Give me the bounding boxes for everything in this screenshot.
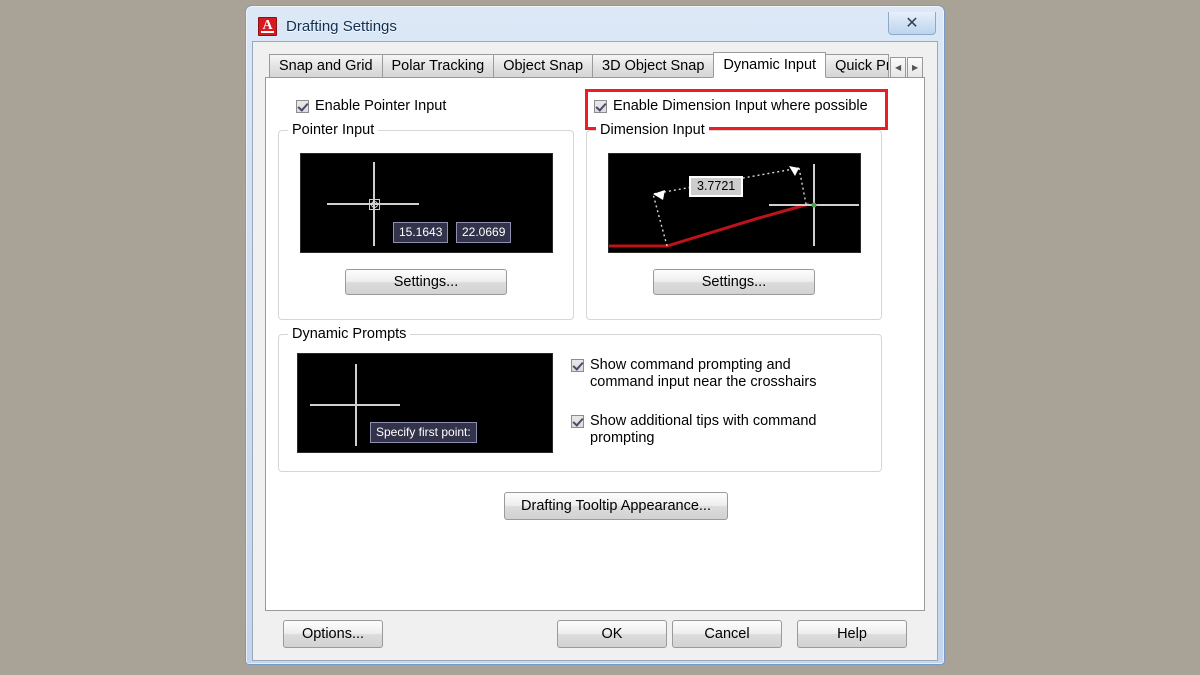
enable-pointer-input-checkbox[interactable]: Enable Pointer Input: [296, 98, 446, 115]
pointer-x-tooltip: 15.1643: [393, 222, 449, 243]
ok-button[interactable]: OK: [557, 620, 667, 648]
dynamic-prompts-group-title: Dynamic Prompts: [288, 326, 411, 342]
dimension-input-settings-button[interactable]: Settings...: [653, 269, 815, 295]
cancel-button[interactable]: Cancel: [672, 620, 782, 648]
options-button[interactable]: Options...: [283, 620, 383, 648]
dimension-input-group: Dimension Input 3.7721 Settings...: [586, 122, 882, 320]
checkbox-box-icon: [571, 359, 584, 372]
tab-scroll-right-icon[interactable]: ▶: [907, 57, 924, 78]
crosshair-horizontal: [310, 404, 400, 406]
show-command-prompting-label: Show command prompting and command input…: [590, 357, 817, 390]
window-title: Drafting Settings: [286, 17, 397, 35]
dialog-footer: Options... OK Cancel Help: [265, 620, 925, 650]
tab-strip: Snap and Grid Polar Tracking Object Snap…: [269, 52, 925, 78]
drafting-tooltip-appearance-button[interactable]: Drafting Tooltip Appearance...: [504, 492, 728, 520]
help-button[interactable]: Help: [797, 620, 907, 648]
enable-dimension-input-checkbox[interactable]: Enable Dimension Input where possible: [594, 98, 868, 115]
snap-marker-icon: [371, 201, 378, 208]
drafting-settings-dialog: Drafting Settings ✕ Snap and Grid Polar …: [245, 5, 945, 665]
enable-dimension-input-label: Enable Dimension Input where possible: [613, 98, 868, 114]
pointer-input-group-title: Pointer Input: [288, 122, 379, 138]
tab-polar-tracking[interactable]: Polar Tracking: [381, 54, 495, 78]
pointer-input-settings-button[interactable]: Settings...: [345, 269, 507, 295]
title-bar[interactable]: Drafting Settings ✕: [252, 11, 938, 41]
tab-scroll-arrows: ◀ ▶: [889, 57, 924, 78]
tab-quick-properties[interactable]: Quick Pr: [825, 54, 890, 78]
tab-3d-object-snap[interactable]: 3D Object Snap: [592, 54, 715, 78]
tab-dynamic-input[interactable]: Dynamic Input: [713, 52, 827, 78]
pointer-input-group: Pointer Input 15.1643 22.0669 Settings..…: [278, 122, 574, 320]
show-additional-tips-checkbox[interactable]: Show additional tips with command prompt…: [571, 413, 871, 447]
dialog-client-area: Snap and Grid Polar Tracking Object Snap…: [252, 41, 938, 661]
checkbox-box-icon: [571, 415, 584, 428]
checkbox-box-icon: [296, 100, 309, 113]
dimension-value-tooltip: 3.7721: [689, 176, 744, 197]
checkbox-box-icon: [594, 100, 607, 113]
enable-pointer-input-label: Enable Pointer Input: [315, 98, 447, 114]
show-command-prompting-checkbox[interactable]: Show command prompting and command input…: [571, 357, 871, 391]
dynamic-input-tab-panel: Enable Pointer Input Enable Dimension In…: [265, 77, 925, 611]
tab-object-snap[interactable]: Object Snap: [493, 54, 594, 78]
pointer-y-tooltip: 22.0669: [456, 222, 512, 243]
tab-snap-and-grid[interactable]: Snap and Grid: [269, 54, 383, 78]
pointer-input-preview: 15.1643 22.0669: [300, 153, 553, 253]
autocad-a-icon: [258, 16, 277, 36]
dimension-input-preview: 3.7721: [608, 153, 861, 253]
close-icon[interactable]: ✕: [888, 12, 936, 35]
dimension-input-group-title: Dimension Input: [596, 122, 709, 138]
dynamic-prompts-group: Dynamic Prompts Specify first point: Sho…: [278, 326, 882, 472]
show-additional-tips-label: Show additional tips with command prompt…: [590, 413, 817, 446]
dynamic-prompts-checkbox-list: Show command prompting and command input…: [571, 357, 871, 469]
tab-scroll-left-icon[interactable]: ◀: [890, 57, 907, 78]
top-checkbox-row: Enable Pointer Input Enable Dimension In…: [284, 89, 906, 130]
prompt-tooltip: Specify first point:: [370, 422, 477, 443]
dynamic-prompts-preview: Specify first point:: [297, 353, 553, 453]
dimension-preview-graphic: [609, 164, 859, 248]
